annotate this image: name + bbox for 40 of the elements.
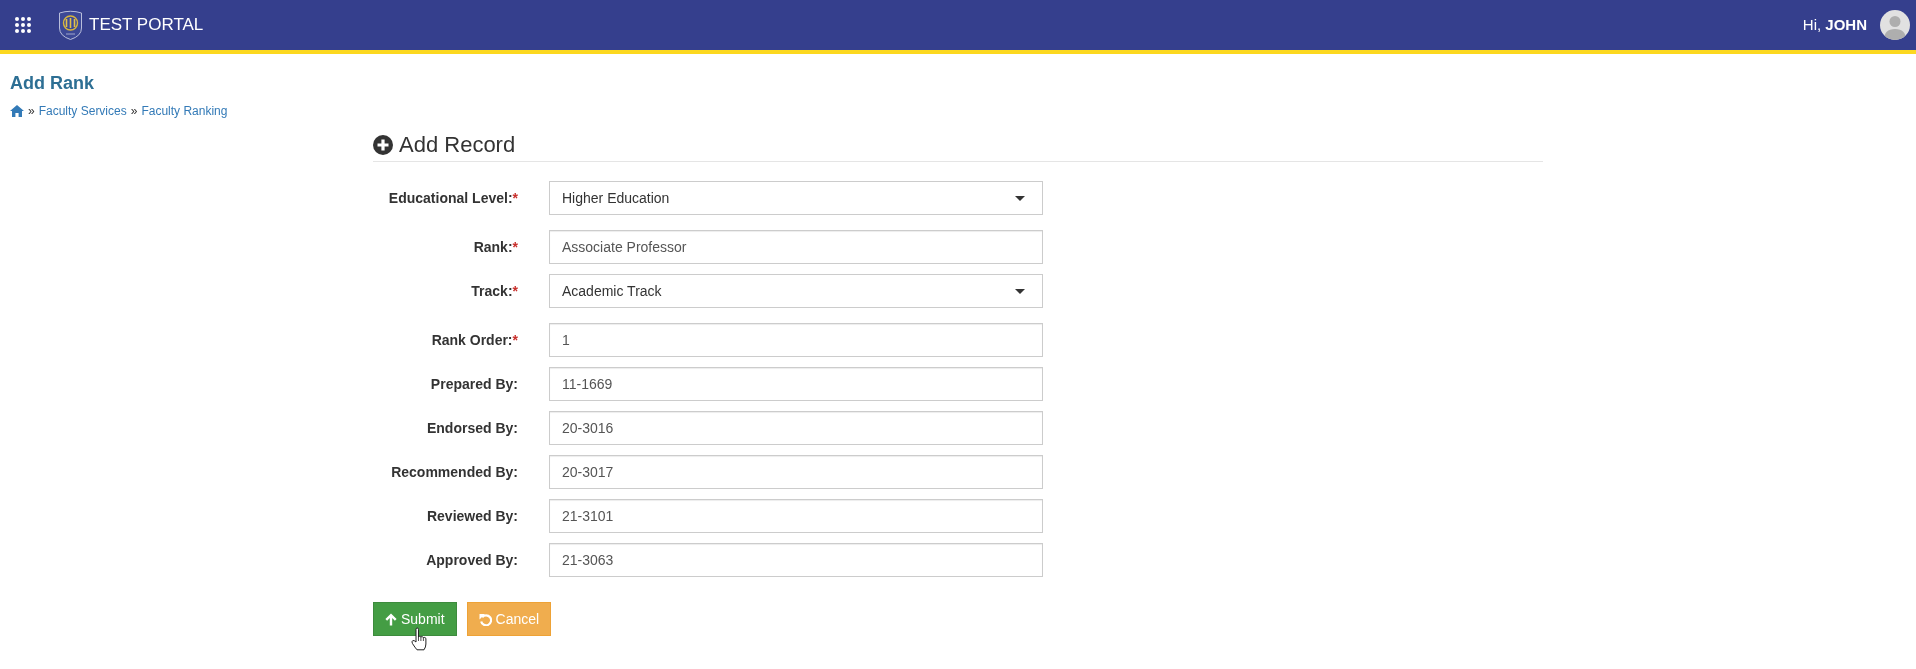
- page-title: Add Rank: [10, 72, 94, 94]
- select-field[interactable]: Academic Track: [549, 274, 1043, 308]
- arrow-up-icon: [385, 612, 397, 626]
- required-marker: *: [512, 239, 518, 255]
- text-field[interactable]: 20-3017: [549, 455, 1043, 489]
- field-label: Rank Order:: [431, 332, 513, 348]
- greeting-text: Hi, JOHN: [1802, 15, 1867, 35]
- home-icon[interactable]: [10, 105, 24, 117]
- field-label: Track:: [471, 283, 513, 299]
- breadcrumb-link[interactable]: Faculty Services: [38, 103, 127, 119]
- field-label: Recommended By:: [391, 464, 518, 480]
- select-field[interactable]: Higher Education: [549, 181, 1043, 215]
- text-field[interactable]: Associate Professor: [549, 230, 1043, 264]
- breadcrumb-link[interactable]: Faculty Ranking: [141, 103, 228, 119]
- required-marker: *: [512, 332, 518, 348]
- field-label: Endorsed By:: [427, 420, 518, 436]
- text-field[interactable]: 21-3101: [549, 499, 1043, 533]
- field-label: Rank:: [473, 239, 513, 255]
- hand-cursor-icon: [410, 627, 428, 651]
- grid-menu-icon[interactable]: [15, 17, 31, 33]
- form-title: Add Record: [399, 132, 516, 158]
- required-marker: *: [512, 283, 518, 299]
- breadcrumb-separator: »: [28, 103, 35, 119]
- breadcrumb-separator: »: [130, 103, 138, 119]
- field-label: Approved By:: [426, 552, 518, 568]
- field-label: Educational Level:: [388, 190, 513, 206]
- text-field[interactable]: 21-3063: [549, 543, 1043, 577]
- avatar-icon[interactable]: [1880, 10, 1910, 40]
- portal-title: TEST PORTAL: [89, 14, 204, 36]
- field-label: Prepared By:: [430, 376, 518, 392]
- undo-icon: [478, 612, 492, 626]
- required-marker: *: [512, 190, 518, 206]
- text-field[interactable]: 11-1669: [549, 367, 1043, 401]
- text-field[interactable]: 1: [549, 323, 1043, 357]
- caret-down-icon: [1015, 195, 1025, 201]
- caret-down-icon: [1015, 288, 1025, 294]
- field-label: Reviewed By:: [426, 508, 518, 524]
- plus-circle-icon: [373, 135, 393, 155]
- text-field[interactable]: 20-3016: [549, 411, 1043, 445]
- shield-logo-icon: [58, 10, 83, 40]
